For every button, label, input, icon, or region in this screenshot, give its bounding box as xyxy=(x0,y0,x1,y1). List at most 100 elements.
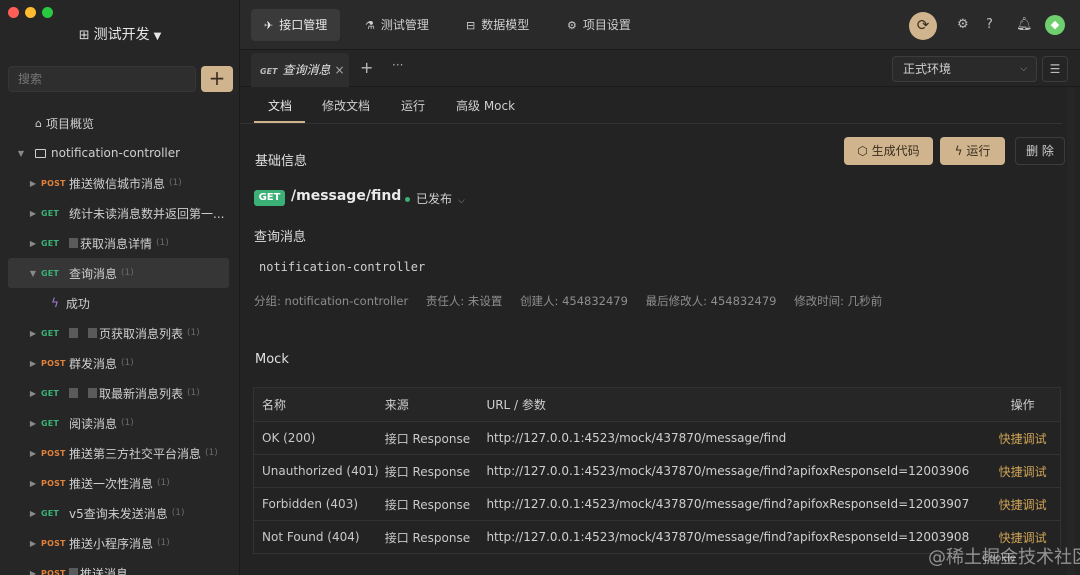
status-label: 已发布 xyxy=(416,192,453,206)
sidebar-child-item[interactable]: ϟ 成功 xyxy=(0,288,240,318)
sidebar-item-label: v5查询未发送消息 xyxy=(69,506,168,521)
environment-select[interactable]: 正式环境 ⌵ xyxy=(892,56,1037,82)
grid-icon: ⊞ xyxy=(78,28,90,43)
project-selector[interactable]: ⊞ 测试开发 ▼ xyxy=(0,24,240,44)
add-button[interactable]: + xyxy=(201,66,233,92)
model-icon: ⊟ xyxy=(466,19,476,32)
sidebar-item[interactable]: ▶ POST 推送小程序消息 (1) xyxy=(0,528,240,558)
rocket-icon: ✈ xyxy=(264,19,274,32)
chevron-right-icon[interactable]: ▶ xyxy=(27,359,39,368)
settings-icon[interactable]: ⚙ xyxy=(957,17,969,32)
chevron-right-icon[interactable]: ▶ xyxy=(27,509,39,518)
sidebar-item[interactable]: ▶ GET 阅读消息 (1) xyxy=(0,408,240,438)
tab-data-model[interactable]: ⊟ 数据模型 xyxy=(453,9,542,41)
tab-api-management[interactable]: ✈ 接口管理 xyxy=(251,9,341,41)
scrollbar[interactable] xyxy=(1067,87,1075,575)
sidebar-folder[interactable]: ▼ notification-controller xyxy=(0,138,240,168)
sidebar-item-label: 阅读消息 xyxy=(69,416,118,431)
item-count: (1) xyxy=(169,178,182,188)
search-input[interactable]: 搜索 xyxy=(8,66,196,92)
sidebar-item-label: 推送微信城市消息 xyxy=(69,176,166,191)
more-tabs-button[interactable]: ··· xyxy=(392,58,403,72)
sidebar-item[interactable]: ▶ GET 获取消息详情 (1) xyxy=(0,228,240,258)
caret-down-icon: ▼ xyxy=(153,31,162,42)
sidebar-item[interactable]: ▼ GET 查询消息 (1) xyxy=(8,258,229,288)
chevron-right-icon[interactable]: ▶ xyxy=(27,179,39,188)
chevron-right-icon[interactable]: ▶ xyxy=(27,209,39,218)
avatar[interactable]: ◆ xyxy=(1045,15,1065,35)
mock-name: Forbidden (403) xyxy=(262,497,359,511)
chevron-right-icon[interactable]: ▶ xyxy=(27,449,39,458)
mock-url[interactable]: http://127.0.0.1:4523/mock/437870/messag… xyxy=(486,497,985,511)
item-count: (1) xyxy=(205,448,218,458)
help-icon[interactable]: ? xyxy=(986,17,993,32)
sidebar-item[interactable]: ▶ POST 推送第三方社交平台消息 (1) xyxy=(0,438,240,468)
quick-debug-link[interactable]: 快捷调试 xyxy=(985,430,1060,447)
chevron-down-icon[interactable]: ▼ xyxy=(27,269,39,278)
list-menu-button[interactable]: ☰ xyxy=(1042,56,1068,82)
new-tab-button[interactable]: + xyxy=(360,58,373,77)
sync-button[interactable]: ⟳ xyxy=(909,12,937,40)
chevron-right-icon[interactable]: ▶ xyxy=(27,569,39,575)
sidebar-item[interactable]: ▶ POST 群发消息 (1) xyxy=(0,348,240,378)
minimize-window-button[interactable] xyxy=(25,7,36,18)
generate-code-button[interactable]: ⬡ 生成代码 xyxy=(844,137,933,165)
mock-url[interactable]: http://127.0.0.1:4523/mock/437870/messag… xyxy=(486,530,985,544)
mock-url[interactable]: http://127.0.0.1:4523/mock/437870/messag… xyxy=(486,464,985,478)
window-controls xyxy=(8,7,53,18)
tab-edit-docs[interactable]: 修改文档 xyxy=(322,97,370,114)
chevron-right-icon[interactable]: ▶ xyxy=(27,329,39,338)
method-label: POST xyxy=(41,448,66,458)
table-row: Unauthorized (401) 接口 Response http://127.… xyxy=(254,455,1060,488)
tab-docs[interactable]: 文档 xyxy=(268,97,292,114)
header-name: 名称 xyxy=(262,398,287,412)
chevron-right-icon[interactable]: ▶ xyxy=(27,389,39,398)
delete-button[interactable]: 删 除 xyxy=(1015,137,1065,165)
sidebar-item[interactable]: ▶ POST 推送一次性消息 (1) xyxy=(0,468,240,498)
close-window-button[interactable] xyxy=(8,7,19,18)
tab-advanced-mock[interactable]: 高级 Mock xyxy=(456,97,515,114)
meta-group: 分组: notification-controller xyxy=(254,294,409,308)
api-tree: ⌂ 项目概览 ▼ notification-controller ▶ POST 推送… xyxy=(0,108,240,575)
sidebar-item[interactable]: ▶ POST 推送消息 xyxy=(0,558,240,575)
maximize-window-button[interactable] xyxy=(42,7,53,18)
doc-tab-query-message[interactable]: GET 查询消息 × xyxy=(251,53,349,87)
chevron-right-icon[interactable]: ▶ xyxy=(27,539,39,548)
chevron-right-icon[interactable]: ▶ xyxy=(27,479,39,488)
chevron-right-icon[interactable]: ▶ xyxy=(27,419,39,428)
method-label: GET xyxy=(41,268,60,278)
sidebar-item-label: 推送小程序消息 xyxy=(69,536,154,551)
tab-project-settings[interactable]: ⚙ 项目设置 xyxy=(554,9,644,41)
sidebar-item-label: 查询消息 xyxy=(69,266,118,281)
mock-name: OK (200) xyxy=(262,431,316,445)
bell-icon[interactable]: 🔔︎ xyxy=(1016,17,1033,32)
chevron-right-icon[interactable]: ▶ xyxy=(27,239,39,248)
tab-run[interactable]: 运行 xyxy=(401,97,425,114)
close-icon[interactable]: × xyxy=(335,63,345,77)
status-dropdown[interactable]: 已发布 ⌵ xyxy=(405,190,465,207)
run-button[interactable]: ϟ 运行 xyxy=(940,137,1005,165)
sidebar: ⊞ 测试开发 ▼ 搜索 + ⌂ 项目概览 ▼ notification-contro… xyxy=(0,0,240,575)
mock-source: 接口 Response xyxy=(384,497,471,512)
sidebar-item[interactable]: ▶ GET 统计未读消息数并返回第一... xyxy=(0,198,240,228)
gear-icon: ⚙ xyxy=(567,19,577,32)
sidebar-item[interactable]: ▶ POST 推送微信城市消息 (1) xyxy=(0,168,240,198)
sidebar-item-overview[interactable]: ⌂ 项目概览 xyxy=(0,108,240,138)
quick-debug-link[interactable]: 快捷调试 xyxy=(985,496,1060,513)
sidebar-item[interactable]: ▶ GET 取最新消息列表 (1) xyxy=(0,378,240,408)
header-source: 来源 xyxy=(384,398,409,412)
quick-debug-link[interactable]: 快捷调试 xyxy=(985,463,1060,480)
sidebar-item[interactable]: ▶ GET v5查询未发送消息 (1) xyxy=(0,498,240,528)
tab-test-management[interactable]: ⚗ 测试管理 xyxy=(352,9,442,41)
mock-title: Mock xyxy=(255,352,289,367)
sidebar-item-label: 页获取消息列表 xyxy=(99,326,184,341)
basic-info-title: 基础信息 xyxy=(255,154,308,169)
sidebar-item-label: 项目概览 xyxy=(45,116,94,131)
sidebar-item[interactable]: ▶ GET 页获取消息列表 (1) xyxy=(0,318,240,348)
project-title: 测试开发 xyxy=(93,27,150,43)
cube-icon: ⬡ xyxy=(857,144,872,158)
item-count: (1) xyxy=(121,358,134,368)
chevron-down-icon[interactable]: ▼ xyxy=(15,149,27,158)
mock-url[interactable]: http://127.0.0.1:4523/mock/437870/messag… xyxy=(486,431,985,445)
method-label: GET xyxy=(41,238,60,248)
